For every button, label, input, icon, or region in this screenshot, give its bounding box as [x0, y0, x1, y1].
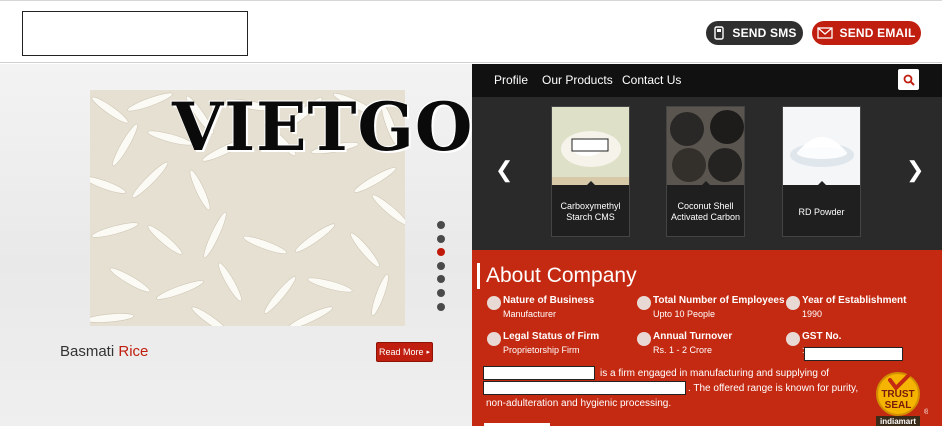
caret-right-icon: ▸: [426, 349, 431, 356]
product-caption: Carboxymethyl Starch CMS: [554, 201, 627, 223]
carbon-image: [667, 107, 744, 185]
svg-text:®: ®: [924, 408, 928, 416]
card-notch: [585, 181, 596, 185]
fact-label: Year of Establishment: [802, 295, 907, 306]
gst-number-redacted: [804, 347, 903, 361]
carousel-dots: [437, 221, 447, 316]
about-description-line3: non-adulteration and hygienic processing…: [486, 398, 672, 409]
product-caption-line1: Carboxymethyl: [560, 201, 621, 211]
fact-label: GST No.: [802, 331, 842, 342]
product-thumb-carbon: [667, 107, 744, 185]
product-list-redacted: [483, 381, 686, 395]
about-description-line2: . The offered range is known for purity,: [688, 383, 859, 394]
carousel-dot-active[interactable]: [437, 248, 445, 257]
seal-line2: SEAL: [885, 400, 912, 411]
card-notch: [700, 181, 711, 185]
product-name-accent: Rice: [118, 343, 149, 360]
fact-value: 1990: [802, 309, 823, 319]
tag-icon: [786, 332, 800, 346]
trust-seal-icon: TRUST SEAL indiamart ®: [876, 372, 930, 426]
fact-label: Nature of Business: [503, 295, 595, 306]
product-caption-line2: Starch CMS: [566, 212, 615, 222]
user-icon: [487, 296, 501, 310]
fact-label: Annual Turnover: [653, 331, 733, 342]
send-email-button[interactable]: SEND EMAIL: [812, 21, 921, 45]
product-thumb-rd-powder: [783, 107, 860, 185]
nav-item-our-products[interactable]: Our Products: [542, 73, 613, 87]
product-caption: Coconut Shell Activated Carbon: [669, 201, 742, 223]
product-caption: RD Powder: [785, 207, 858, 218]
powder-image: [552, 107, 629, 185]
calendar-icon: [786, 296, 800, 310]
nav-item-profile[interactable]: Profile: [494, 73, 528, 87]
product-caption-line1: RD Powder: [798, 207, 845, 217]
fact-label: Total Number of Employees: [653, 295, 785, 306]
hero-product-title[interactable]: Basmati Rice: [60, 343, 148, 360]
seal-brand: indiamart: [880, 417, 916, 426]
fact-value: Manufacturer: [503, 309, 557, 319]
vietgo-watermark: VIETGO: [172, 88, 474, 166]
carousel-dot[interactable]: [437, 302, 445, 311]
carousel-dot[interactable]: [437, 288, 445, 297]
search-icon: [903, 74, 915, 86]
white-powder-image: [783, 107, 860, 185]
carousel-dot[interactable]: [437, 261, 445, 270]
carousel-dot[interactable]: [437, 234, 445, 243]
product-card[interactable]: Coconut Shell Activated Carbon: [666, 106, 745, 237]
nav-item-contact-us[interactable]: Contact Us: [622, 73, 681, 87]
send-sms-label: SEND SMS: [732, 26, 797, 40]
product-name: Basmati: [60, 343, 115, 360]
about-company-title: About Company: [477, 263, 637, 289]
read-more-button[interactable]: Read More ▸: [376, 342, 433, 362]
product-card[interactable]: Carboxymethyl Starch CMS: [551, 106, 630, 237]
card-notch: [816, 181, 827, 185]
company-name-redacted: [483, 366, 595, 380]
carousel-dot[interactable]: [437, 221, 445, 229]
envelope-icon: [817, 27, 834, 39]
fact-value: Proprietorship Firm: [503, 345, 580, 355]
about-description-line1: is a firm engaged in manufacturing and s…: [600, 368, 830, 379]
group-icon: [637, 296, 651, 310]
product-caption-line1: Coconut Shell: [677, 201, 734, 211]
send-sms-button[interactable]: SEND SMS: [706, 21, 803, 45]
top-header: SEND SMS SEND EMAIL: [0, 0, 942, 63]
chevron-left-icon[interactable]: ❮: [495, 159, 513, 181]
read-more-label: Read More: [378, 347, 424, 357]
send-email-label: SEND EMAIL: [839, 26, 916, 40]
chart-icon: [637, 332, 651, 346]
legal-icon: [487, 332, 501, 346]
main-nav: Profile Our Products Contact Us: [472, 64, 942, 97]
product-carousel: ❮ ❯ Carboxymethyl Starch CMS Coconut She…: [472, 97, 942, 250]
company-logo[interactable]: [22, 11, 248, 56]
chevron-right-icon[interactable]: ❯: [906, 159, 924, 181]
product-thumb-cms: [552, 107, 629, 185]
seal-line1: TRUST: [881, 389, 914, 400]
trust-seal-badge[interactable]: TRUST SEAL indiamart ®: [872, 370, 930, 426]
search-button[interactable]: [898, 69, 919, 90]
fact-label: Legal Status of Firm: [503, 331, 600, 342]
product-card[interactable]: RD Powder: [782, 106, 861, 237]
product-caption-line2: Activated Carbon: [670, 212, 741, 222]
fact-value: Rs. 1 - 2 Crore: [653, 345, 713, 355]
fact-value: Upto 10 People: [653, 309, 716, 319]
carousel-dot[interactable]: [437, 275, 445, 284]
phone-icon: [714, 26, 725, 40]
